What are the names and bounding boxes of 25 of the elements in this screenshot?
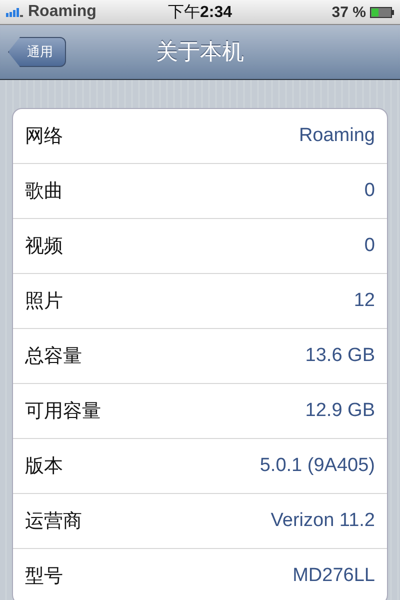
page-title: 关于本机 (156, 38, 244, 66)
row-value: Roaming (298, 125, 375, 147)
row-label: 照片 (25, 290, 63, 314)
battery-percentage: 37 % (332, 4, 366, 20)
row-value: 5.0.1 (9A405) (260, 455, 375, 477)
row-label: 型号 (25, 565, 63, 589)
row-value: 12.9 GB (305, 400, 375, 422)
row-label: 网络 (25, 125, 63, 149)
row-label: 视频 (25, 235, 63, 259)
row-label: 运营商 (25, 510, 82, 534)
status-time: 下午2:34 (168, 2, 232, 22)
row-value: Verizon 11.2 (270, 510, 375, 532)
row-value: MD276LL (292, 565, 375, 587)
carrier-name: Roaming (28, 3, 96, 21)
row-label: 总容量 (25, 345, 82, 369)
row-value: 12 (354, 290, 375, 312)
row-value: 0 (364, 180, 375, 202)
signal-icon (6, 7, 24, 17)
row-label: 歌曲 (25, 180, 63, 204)
row-label: 可用容量 (25, 400, 101, 424)
row-label: 版本 (25, 455, 63, 479)
battery-icon (370, 6, 394, 18)
back-button[interactable]: 通用 (8, 37, 66, 67)
row-value: 13.6 GB (305, 345, 375, 367)
row-value: 0 (364, 235, 375, 257)
